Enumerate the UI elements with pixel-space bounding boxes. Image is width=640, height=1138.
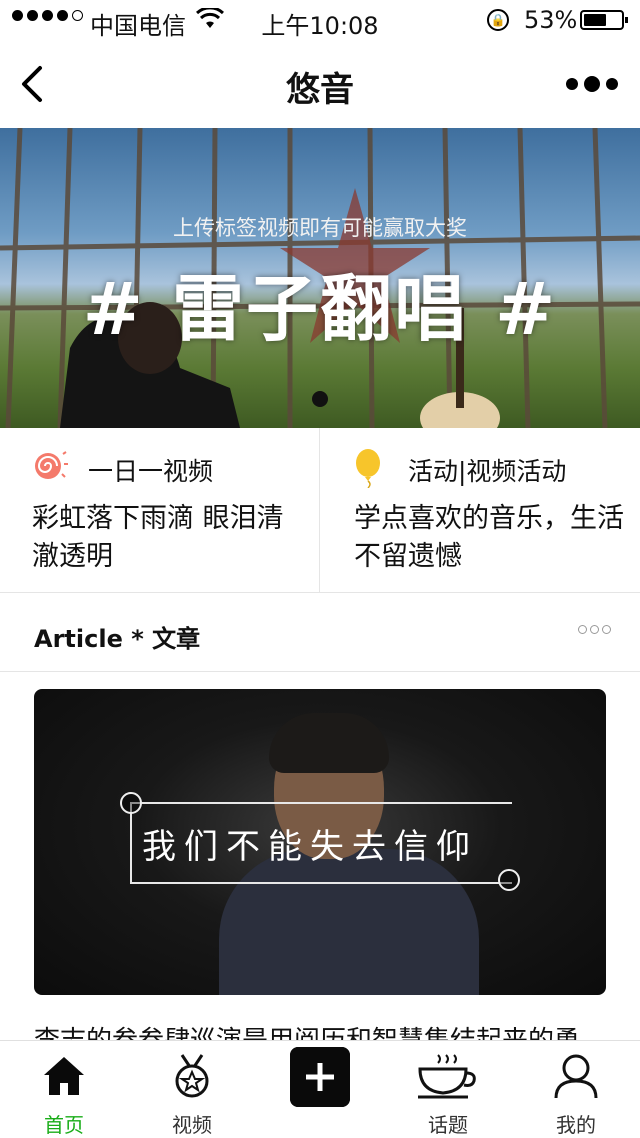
- balloon-icon: [356, 449, 380, 488]
- user-icon: [554, 1054, 598, 1099]
- rotation-lock-icon: 🔒: [487, 9, 509, 31]
- battery-icon: [580, 10, 628, 30]
- card-text: 彩虹落下雨滴 眼泪清澈透明: [32, 503, 284, 572]
- coffee-cup-icon: [418, 1054, 476, 1099]
- card-daily-video[interactable]: 一日一视频 彩虹落下雨滴 眼泪清澈透明: [0, 428, 320, 592]
- tab-me[interactable]: 我的: [512, 1041, 640, 1137]
- tab-topics[interactable]: 话题: [384, 1041, 512, 1137]
- card-text: 学点喜欢的音乐，生活不留遗憾: [354, 503, 624, 572]
- promo-banner[interactable]: 上传标签视频即有可能赢取大奖 # 雷子翻唱 #: [0, 128, 640, 428]
- tab-video[interactable]: 视频: [128, 1041, 256, 1137]
- section-more-icon[interactable]: [578, 625, 611, 634]
- tab-label: 视频: [172, 1113, 212, 1137]
- card-label: 一日一视频: [88, 457, 214, 486]
- article-thumbnail[interactable]: 我们不能失去信仰: [34, 689, 606, 995]
- carousel-indicator: [312, 391, 328, 407]
- navigation-bar: 悠音: [0, 40, 640, 128]
- tab-home[interactable]: 首页: [0, 1041, 128, 1137]
- card-label: 活动|视频活动: [408, 457, 567, 486]
- section-title: Article * 文章: [34, 625, 201, 653]
- article-caption: 我们不能失去信仰: [142, 827, 478, 867]
- tab-add[interactable]: [256, 1041, 384, 1137]
- quick-cards: 一日一视频 彩虹落下雨滴 眼泪清澈透明 活动|视频活动 学点喜欢的音乐，生活不留…: [0, 428, 640, 593]
- tab-bar: 首页 视频 话题 我的: [0, 1040, 640, 1137]
- battery-percent: 53%: [524, 6, 578, 34]
- more-options-icon[interactable]: [566, 76, 618, 92]
- card-activity[interactable]: 活动|视频活动 学点喜欢的音乐，生活不留遗憾: [320, 428, 640, 592]
- status-bar: 中国电信 上午10:08 🔒 53%: [0, 0, 640, 40]
- tab-label: 我的: [556, 1113, 596, 1137]
- medal-icon: [175, 1054, 209, 1098]
- tab-label: 首页: [44, 1113, 84, 1137]
- article-section-header: Article * 文章: [0, 593, 640, 672]
- spiral-icon: [35, 451, 68, 479]
- tab-label: 话题: [428, 1113, 468, 1137]
- page-title: 悠音: [286, 70, 354, 110]
- banner-subtitle: 上传标签视频即有可能赢取大奖: [173, 216, 467, 240]
- home-icon: [44, 1057, 84, 1095]
- plus-icon: [290, 1047, 350, 1107]
- banner-headline: # 雷子翻唱 #: [82, 267, 558, 351]
